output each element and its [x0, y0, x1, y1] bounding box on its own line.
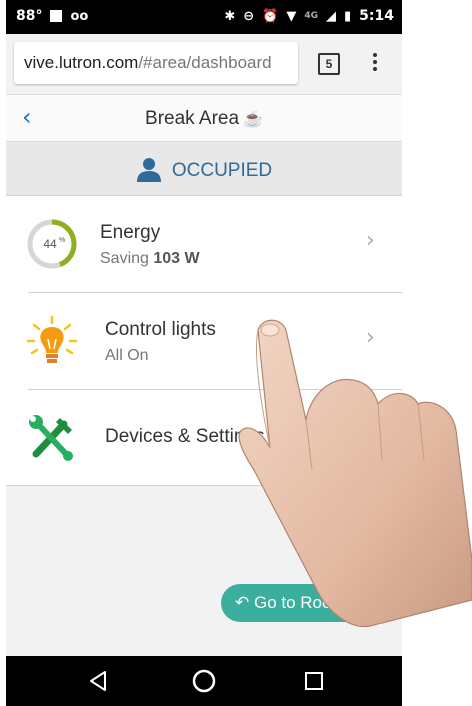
- saving-prefix: Saving: [100, 250, 149, 267]
- area-menu-list: 44 % Energy Saving 103 W › Control light…: [6, 196, 402, 486]
- go-to-label: Go to Room: [253, 593, 346, 612]
- gauge-percent: 44: [43, 237, 57, 251]
- person-icon: [136, 158, 161, 182]
- signal-icon: ◢: [326, 8, 337, 24]
- gauge-percent-sign: %: [59, 237, 65, 244]
- do-not-disturb-icon: ⊖: [243, 8, 255, 24]
- nav-recent-apps-icon[interactable]: [302, 669, 326, 693]
- tab-switcher-button[interactable]: 5: [318, 53, 340, 75]
- browser-toolbar: vive.lutron.com/#area/dashboard 5: [6, 34, 402, 94]
- voicemail-icon: oo: [70, 8, 89, 24]
- url-path: /#area/dashboard: [138, 53, 272, 72]
- battery-icon: ▮: [344, 8, 352, 24]
- saving-value: 103 W: [153, 250, 200, 267]
- area-name: Break Area: [145, 108, 240, 129]
- nav-home-icon[interactable]: [192, 669, 216, 693]
- clock: 5:14: [359, 8, 394, 24]
- energy-saving-text: Saving 103 W: [100, 250, 200, 268]
- go-to-room-button[interactable]: ↶ Go to Room: [221, 584, 381, 622]
- lightbulb-icon: [26, 315, 78, 363]
- energy-gauge: 44 %: [27, 219, 77, 269]
- chevron-right-icon: ›: [366, 228, 375, 253]
- tools-icon: [29, 415, 73, 461]
- page-header: ‹ Break Area ☕: [6, 94, 402, 142]
- more-options-icon[interactable]: [370, 50, 380, 76]
- network-type: 4G: [304, 11, 319, 21]
- devices-settings-row[interactable]: Devices & Settings: [6, 390, 402, 486]
- devices-settings-label: Devices & Settings: [105, 426, 265, 447]
- coffee-cup-icon: ☕: [243, 111, 263, 128]
- url-host: vive.lutron.com: [24, 53, 139, 72]
- status-bar: 88° oo ✱ ⊖ ⏰ ▼ 4G ◢ ▮ 5:14: [6, 0, 402, 34]
- lights-status: All On: [105, 347, 149, 364]
- alarm-icon: ⏰: [262, 8, 279, 24]
- url-bar[interactable]: vive.lutron.com/#area/dashboard: [14, 42, 298, 84]
- return-arrow-icon: ↶: [235, 593, 254, 612]
- chevron-right-icon: ›: [366, 325, 375, 350]
- temperature: 88°: [16, 8, 43, 24]
- image-notification-icon: [50, 10, 63, 22]
- control-lights-row[interactable]: Control lights All On ›: [6, 293, 402, 389]
- occupancy-status: OCCUPIED: [171, 160, 273, 181]
- android-nav-bar: [6, 656, 402, 706]
- energy-label: Energy: [100, 222, 161, 243]
- phone-screen: 88° oo ✱ ⊖ ⏰ ▼ 4G ◢ ▮ 5:14 vive.lutron.c…: [6, 0, 402, 706]
- bluetooth-icon: ✱: [224, 8, 236, 24]
- energy-row[interactable]: 44 % Energy Saving 103 W ›: [6, 196, 402, 292]
- nav-back-icon[interactable]: [86, 669, 110, 693]
- page-title: Break Area ☕: [6, 108, 402, 130]
- wifi-icon: ▼: [286, 8, 297, 24]
- control-lights-label: Control lights: [105, 319, 216, 340]
- occupancy-banner: OCCUPIED: [6, 142, 402, 196]
